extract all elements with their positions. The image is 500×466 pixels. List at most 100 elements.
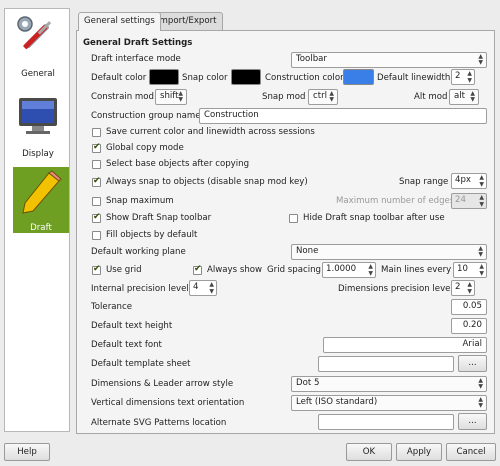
text-orientation-label: Vertical dimensions text orientation: [91, 398, 245, 408]
template-sheet-label: Default template sheet: [91, 359, 191, 369]
dimensions-precision-label: Dimensions precision level: [338, 284, 453, 294]
snap-range-value: 4px: [455, 175, 472, 185]
svg-patterns-input[interactable]: [318, 414, 454, 430]
max-edges-label: Maximum number of edges: [336, 196, 455, 206]
global-copy-label: Global copy mode: [106, 143, 184, 153]
apply-button[interactable]: Apply: [396, 443, 442, 461]
sidebar-item-general[interactable]: General: [13, 13, 63, 79]
alt-mod-select[interactable]: alt ▲ ▼: [449, 89, 479, 105]
linewidth-value: 2: [455, 71, 461, 81]
snap-color-button[interactable]: [231, 69, 261, 85]
internal-precision-label: Internal precision level: [91, 284, 189, 294]
global-copy-checkbox[interactable]: [92, 142, 101, 153]
tolerance-input[interactable]: 0.05: [451, 299, 487, 315]
text-height-input[interactable]: 0.20: [451, 318, 487, 334]
always-snap-checkbox[interactable]: [92, 176, 101, 187]
tab-import-export[interactable]: Import/Export: [151, 12, 223, 30]
combo-arrows-icon: ▲ ▼: [178, 90, 183, 103]
sidebar-item-display[interactable]: Display: [13, 93, 63, 159]
template-sheet-browse-button[interactable]: ...: [458, 355, 487, 372]
snap-maximum-label: Snap maximum: [106, 196, 174, 206]
max-edges-spinbox[interactable]: 24 ▲ ▼: [451, 193, 487, 209]
hide-snap-toolbar-checkbox[interactable]: [289, 214, 298, 223]
dimensions-precision-value: 2: [455, 282, 461, 292]
always-show-label: Always show: [207, 265, 263, 275]
default-color-label: Default color: [91, 73, 147, 83]
arrow-style-value: Dot 5: [296, 378, 320, 388]
select-base-checkbox[interactable]: [92, 160, 101, 169]
arrow-style-label: Dimensions & Leader arrow style: [91, 379, 234, 389]
preferences-sidebar: General Display Draft: [4, 8, 70, 432]
working-plane-value: None: [296, 246, 319, 256]
sidebar-item-draft[interactable]: Draft: [13, 167, 69, 233]
interface-mode-select[interactable]: Toolbar ▲ ▼: [291, 52, 487, 68]
grid-spacing-spinbox[interactable]: 1.0000 ▲ ▼: [322, 262, 376, 278]
working-plane-select[interactable]: None ▲ ▼: [291, 244, 487, 260]
text-orientation-select[interactable]: Left (ISO standard) ▲ ▼: [291, 395, 487, 411]
select-base-label: Select base objects after copying: [106, 159, 250, 169]
cancel-button[interactable]: Cancel: [446, 443, 496, 461]
constrain-mod-select[interactable]: shift ▲ ▼: [155, 89, 187, 105]
tab-general-settings[interactable]: General settings: [78, 12, 161, 31]
spin-arrows-icon: ▲ ▼: [368, 263, 373, 277]
fill-objects-checkbox[interactable]: [92, 231, 101, 240]
spin-arrows-icon: ▲ ▼: [209, 281, 214, 295]
tools-icon: [17, 16, 52, 50]
ok-button[interactable]: OK: [346, 443, 392, 461]
spin-arrows-icon: ▲ ▼: [467, 70, 472, 84]
template-sheet-input[interactable]: [318, 356, 454, 372]
construction-color-button[interactable]: [343, 69, 374, 85]
linewidth-label: Default linewidth: [377, 73, 451, 83]
internal-precision-spinbox[interactable]: 4 ▲ ▼: [189, 280, 217, 296]
default-color-button[interactable]: [149, 69, 179, 85]
combo-arrows-icon: ▲ ▼: [478, 377, 483, 390]
sidebar-item-label: Draft: [30, 223, 52, 233]
internal-precision-value: 4: [193, 282, 199, 292]
alt-mod-label: Alt mod: [414, 92, 448, 102]
use-grid-checkbox[interactable]: [92, 264, 101, 275]
interface-mode-label: Draft interface mode: [91, 54, 181, 64]
grid-spacing-label: Grid spacing: [267, 265, 321, 275]
main-lines-label: Main lines every: [381, 265, 452, 275]
constrain-mod-value: shift: [160, 91, 179, 101]
constrain-mod-label: Constrain mod: [91, 92, 155, 102]
spin-arrows-icon: ▲ ▼: [479, 194, 484, 208]
save-color-label: Save current color and linewidth across …: [106, 127, 315, 137]
combo-arrows-icon: ▲ ▼: [478, 53, 483, 66]
main-lines-spinbox[interactable]: 10 ▲ ▼: [453, 262, 487, 278]
combo-arrows-icon: ▲ ▼: [470, 90, 475, 103]
snap-mod-value: ctrl: [313, 91, 328, 101]
spin-arrows-icon: ▲ ▼: [479, 174, 484, 188]
text-orientation-value: Left (ISO standard): [296, 397, 378, 407]
fill-objects-label: Fill objects by default: [106, 230, 198, 240]
main-lines-value: 10: [457, 264, 468, 274]
snap-range-label: Snap range: [399, 177, 449, 187]
svg-patterns-label: Alternate SVG Patterns location: [91, 418, 227, 428]
max-edges-value: 24: [455, 195, 466, 205]
dimensions-precision-spinbox[interactable]: 2 ▲ ▼: [451, 280, 475, 296]
construction-color-label: Construction color: [265, 73, 344, 83]
section-title: General Draft Settings: [83, 38, 193, 48]
interface-mode-value: Toolbar: [296, 54, 327, 64]
grid-spacing-value: 1.0000: [326, 264, 357, 274]
arrow-style-select[interactable]: Dot 5 ▲ ▼: [291, 376, 487, 392]
hide-snap-toolbar-label: Hide Draft snap toolbar after use: [303, 213, 445, 223]
text-font-input[interactable]: Arial: [323, 337, 487, 353]
snap-mod-label: Snap mod: [262, 92, 306, 102]
help-button[interactable]: Help: [4, 443, 50, 461]
snap-mod-select[interactable]: ctrl ▲ ▼: [308, 89, 338, 105]
alt-mod-value: alt: [454, 91, 466, 101]
sidebar-item-label: Display: [22, 149, 54, 159]
show-snap-toolbar-checkbox[interactable]: [92, 212, 101, 223]
show-snap-toolbar-label: Show Draft Snap toolbar: [106, 213, 212, 223]
construction-group-input[interactable]: Construction: [199, 108, 487, 124]
settings-panel: General Draft Settings Draft interface m…: [76, 30, 495, 434]
svg-patterns-browse-button[interactable]: ...: [458, 413, 487, 430]
snap-maximum-checkbox[interactable]: [92, 197, 101, 206]
combo-arrows-icon: ▲ ▼: [478, 245, 483, 258]
linewidth-spinbox[interactable]: 2 ▲ ▼: [451, 69, 475, 85]
snap-range-spinbox[interactable]: 4px ▲ ▼: [451, 173, 487, 189]
save-color-checkbox[interactable]: [92, 128, 101, 137]
combo-arrows-icon: ▲ ▼: [329, 90, 334, 103]
always-show-checkbox[interactable]: [193, 264, 202, 275]
